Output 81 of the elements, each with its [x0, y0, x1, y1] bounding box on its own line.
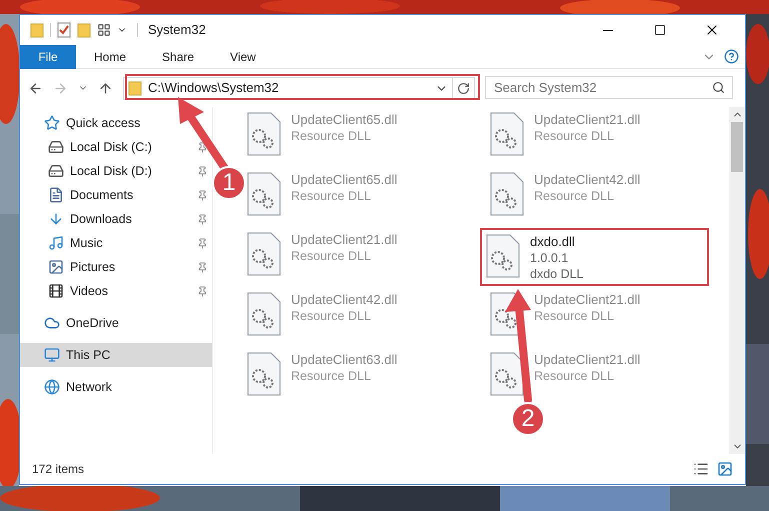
sidebar-item[interactable]: Local Disk (D:)	[20, 159, 212, 183]
gear-file-icon	[486, 234, 520, 278]
up-icon[interactable]	[98, 80, 113, 96]
file-name: UpdateClient42.dll	[534, 172, 640, 188]
gear-file-icon	[490, 172, 524, 216]
pin-icon[interactable]	[197, 262, 208, 272]
back-icon[interactable]	[28, 80, 43, 96]
sidebar-item[interactable]: Local Disk (C:)	[20, 135, 212, 159]
scrollbar[interactable]	[729, 107, 745, 454]
file-detail: Resource DLL	[534, 308, 615, 324]
gear-file-icon	[247, 172, 281, 216]
large-icons-view-icon[interactable]	[717, 461, 733, 477]
film-icon	[48, 283, 64, 299]
gear-file-icon	[247, 232, 281, 276]
file-detail: Resource DLL	[291, 128, 372, 144]
sidebar-item[interactable]: OneDrive	[20, 311, 212, 335]
download-icon	[48, 211, 64, 227]
checklist-icon[interactable]	[57, 22, 71, 38]
sidebar-item[interactable]: This PC	[20, 343, 212, 367]
folder-icon	[128, 80, 142, 96]
ribbon-tab[interactable]: Share	[144, 44, 212, 68]
file-detail: 1.0.0.1	[530, 250, 570, 266]
item-count: 172 items	[32, 461, 84, 478]
file-detail: Resource DLL	[291, 368, 372, 384]
sidebar-item[interactable]: Downloads	[20, 207, 212, 231]
drive-icon	[48, 163, 64, 179]
file-name: UpdateClient21.dll	[534, 112, 640, 128]
file-detail: Resource DLL	[291, 308, 372, 324]
ribbon-tab[interactable]: File	[20, 44, 76, 68]
folder-icon	[77, 22, 91, 38]
file-detail: Resource DLL	[534, 128, 615, 144]
search-field[interactable]: Search System32	[485, 76, 733, 99]
star-icon	[44, 115, 60, 131]
sidebar-item[interactable]: Music	[20, 231, 212, 255]
file-name: UpdateClient65.dll	[291, 172, 398, 188]
sidebar-item[interactable]: Network	[20, 375, 212, 399]
document-icon	[48, 187, 64, 203]
file-name: UpdateClient21.dll	[291, 232, 398, 248]
sidebar-item[interactable]: Documents	[20, 183, 212, 207]
file-name: UpdateClient42.dll	[291, 292, 398, 308]
pin-icon[interactable]	[197, 238, 208, 248]
gear-file-icon	[247, 112, 281, 156]
file-detail: Resource DLL	[534, 188, 615, 204]
file-detail: Resource DLL	[291, 248, 372, 264]
file-detail: Resource DLL	[534, 368, 615, 384]
file-name: UpdateClient63.dll	[291, 352, 398, 368]
file-detail: dxdo DLL	[530, 266, 584, 282]
file-name: UpdateClient65.dll	[291, 112, 398, 128]
sidebar-item[interactable]: Quick access	[20, 111, 212, 135]
pin-icon[interactable]	[197, 142, 208, 152]
picture-icon	[48, 259, 64, 275]
drive-icon	[48, 139, 64, 155]
network-icon	[44, 379, 60, 395]
pin-icon[interactable]	[197, 166, 208, 176]
pin-icon[interactable]	[197, 286, 208, 296]
gear-file-icon	[247, 352, 281, 396]
cloud-icon	[44, 315, 60, 331]
window-title: System32	[148, 21, 206, 40]
help-icon[interactable]	[724, 49, 739, 64]
file-name: UpdateClient21.dll	[534, 292, 640, 308]
sidebar-item[interactable]: Pictures	[20, 255, 212, 279]
pin-icon[interactable]	[197, 214, 208, 224]
scroll-thumb[interactable]	[731, 122, 743, 172]
gear-file-icon	[490, 112, 524, 156]
ribbon-tab[interactable]: View	[212, 44, 274, 68]
music-note-icon	[48, 235, 64, 251]
monitor-icon	[44, 347, 60, 363]
file-detail: Resource DLL	[291, 188, 372, 204]
file-name: UpdateClient21.dll	[534, 352, 640, 368]
ribbon-tab[interactable]: Home	[76, 44, 144, 68]
pin-icon[interactable]	[197, 190, 208, 200]
details-view-icon[interactable]	[693, 461, 709, 477]
gear-file-icon	[490, 352, 524, 396]
file-item[interactable]: dxdo.dll 1.0.0.1 dxdo DLL	[480, 228, 709, 286]
gear-file-icon	[247, 292, 281, 336]
folder-icon	[30, 22, 44, 38]
file-name: dxdo.dll	[530, 234, 576, 250]
search-icon	[712, 81, 725, 94]
refresh-icon[interactable]	[457, 82, 470, 94]
sidebar-item[interactable]: Videos	[20, 279, 212, 303]
maximize-icon	[654, 24, 666, 36]
